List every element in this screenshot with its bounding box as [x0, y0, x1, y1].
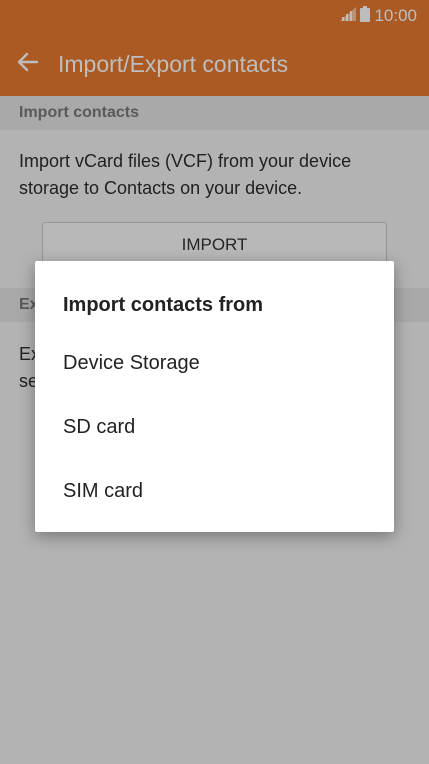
- dialog-title: Import contacts from: [63, 294, 264, 316]
- option-sim-card[interactable]: SIM card: [35, 459, 394, 523]
- screen: 10:00 Import/Export contacts Import cont…: [0, 0, 429, 764]
- option-device-storage[interactable]: Device Storage: [35, 331, 394, 395]
- option-sd-card[interactable]: SD card: [35, 395, 394, 459]
- import-source-dialog: Import contacts from Device Storage SD c…: [35, 261, 394, 532]
